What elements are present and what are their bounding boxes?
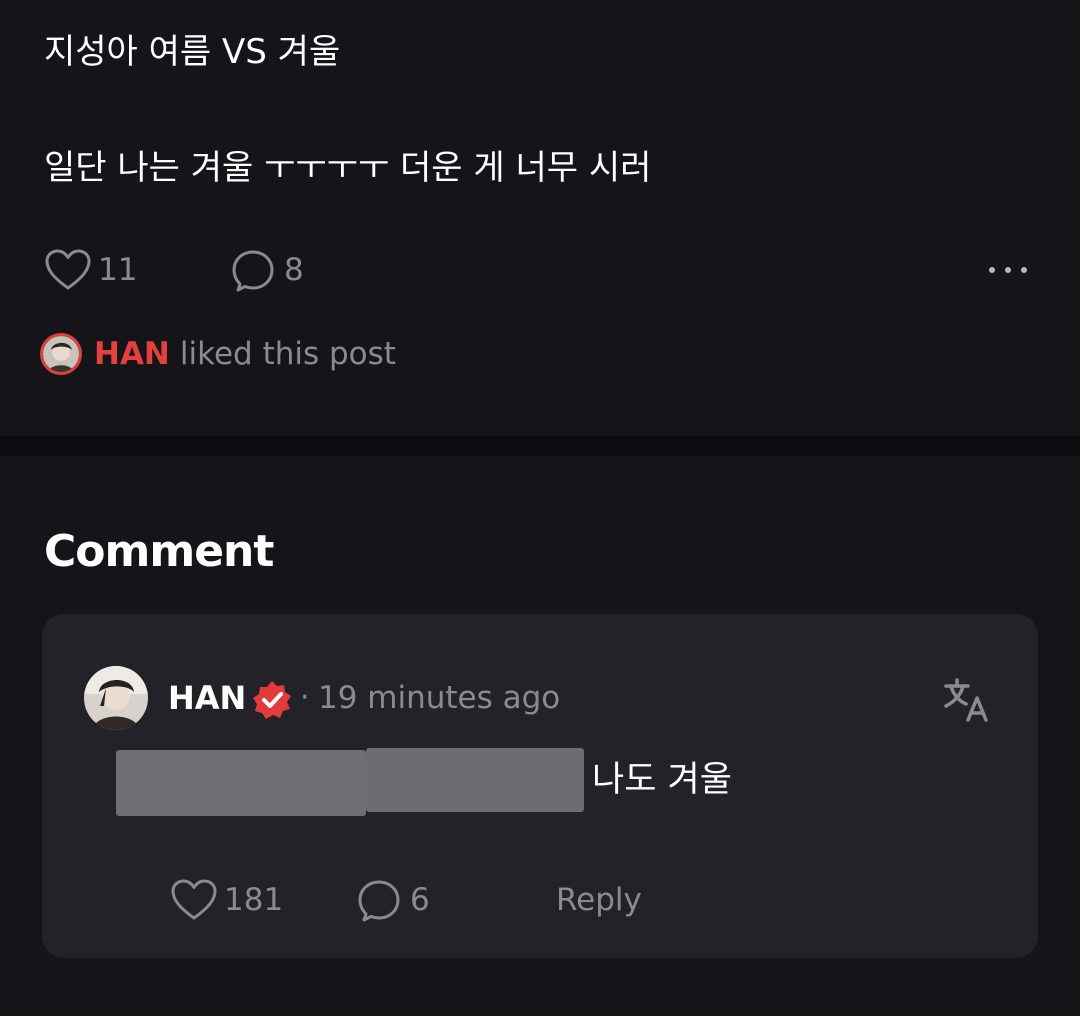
post-like-button[interactable]: 11: [44, 246, 137, 294]
heart-icon: [171, 879, 217, 920]
heart-icon: [45, 249, 91, 290]
post-comment-count: 8: [284, 252, 304, 288]
comment-reply-count: 6: [410, 882, 430, 918]
translate-icon[interactable]: [942, 674, 994, 726]
post-title: 지성아 여름 VS 겨울: [44, 32, 341, 72]
comment-timestamp: 19 minutes ago: [318, 680, 561, 716]
comment-card: HAN · 19 minutes ago 나도 겨울 181 6 Reply: [42, 614, 1038, 958]
speech-bubble-icon: [358, 880, 400, 922]
more-horizontal-icon[interactable]: [980, 258, 1036, 282]
post-like-count: 11: [98, 252, 138, 288]
liker-name[interactable]: HAN: [94, 336, 170, 372]
commenter-name[interactable]: HAN: [168, 674, 246, 722]
comments-section: Comment HAN · 19 minutes ago 나도 겨울 181 6…: [0, 456, 1080, 1016]
comment-like-count: 181: [224, 882, 284, 918]
section-divider: [0, 436, 1080, 456]
commenter-avatar[interactable]: [84, 666, 148, 730]
post: 지성아 여름 VS 겨울 일단 나는 겨울 ㅜㅜㅜㅜ 더운 게 너무 시러 11…: [0, 0, 1080, 436]
more-dot: [989, 267, 995, 273]
comment-reply-count-button[interactable]: 6: [356, 876, 430, 924]
reply-button[interactable]: Reply: [556, 876, 642, 924]
redaction-block: [366, 748, 584, 812]
comment-text: 나도 겨울: [592, 760, 732, 800]
redacted-mention: [116, 748, 584, 816]
post-comment-button[interactable]: 8: [230, 246, 304, 294]
comment-heading: Comment: [44, 526, 274, 577]
post-body: 일단 나는 겨울 ㅜㅜㅜㅜ 더운 게 너무 시러: [44, 148, 652, 188]
more-dot: [1005, 267, 1011, 273]
liked-by-row: HAN liked this post: [40, 330, 396, 378]
speech-bubble-icon: [232, 250, 274, 292]
liked-text: liked this post: [179, 336, 396, 372]
redaction-block: [116, 750, 366, 816]
verified-badge-icon: [253, 681, 291, 719]
comment-like-button[interactable]: 181: [170, 876, 283, 924]
more-dot: [1021, 267, 1027, 273]
liker-avatar[interactable]: [40, 333, 82, 375]
meta-separator: ·: [300, 680, 310, 715]
